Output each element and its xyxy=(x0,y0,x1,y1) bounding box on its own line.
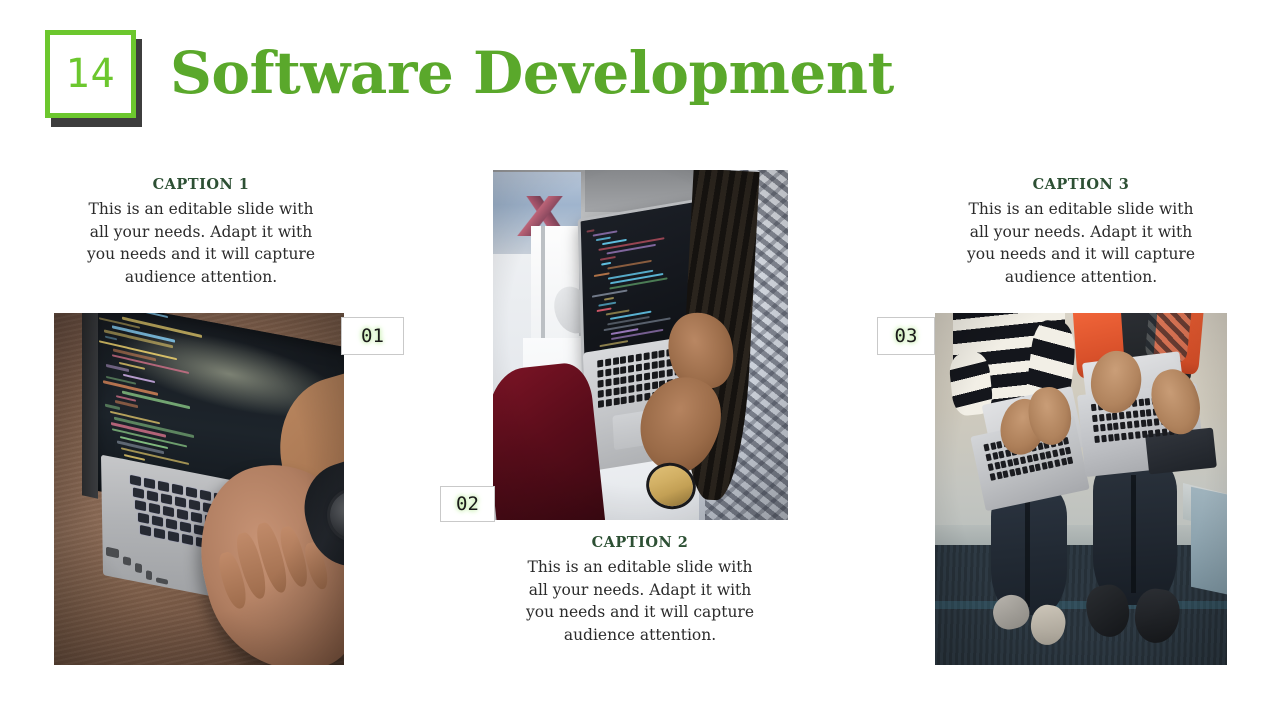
photo-overhead-developer-coding-macbook xyxy=(493,170,788,520)
vignette xyxy=(493,170,788,520)
caption-block-2: CAPTION 2 This is an editable slide with… xyxy=(518,534,762,646)
number-tag-01: 01 xyxy=(341,317,404,355)
photo-two-people-bench-laptops xyxy=(935,313,1227,665)
caption-3-heading: CAPTION 3 xyxy=(1032,176,1130,193)
photo-hand-typing-laptop-wooden-desk xyxy=(54,313,344,665)
caption-1-body: This is an editable slide with all your … xyxy=(86,200,316,286)
slide-canvas: 14 Software Development CAPTION 1 This i… xyxy=(0,0,1280,720)
caption-block-1: CAPTION 1 This is an editable slide with… xyxy=(82,176,320,288)
number-tag-03: 03 xyxy=(877,317,935,355)
caption-2-body: This is an editable slide with all your … xyxy=(525,558,755,644)
slide-number-badge: 14 xyxy=(45,30,142,127)
vignette xyxy=(54,313,344,665)
caption-1-heading: CAPTION 1 xyxy=(152,176,250,193)
caption-block-3: CAPTION 3 This is an editable slide with… xyxy=(962,176,1200,288)
number-tag-02: 02 xyxy=(440,486,495,522)
vignette xyxy=(935,313,1227,665)
caption-3-body: This is an editable slide with all your … xyxy=(966,200,1196,286)
caption-2-heading: CAPTION 2 xyxy=(591,534,689,551)
page-title: Software Development xyxy=(170,39,894,107)
slide-number-text: 14 xyxy=(65,51,116,97)
